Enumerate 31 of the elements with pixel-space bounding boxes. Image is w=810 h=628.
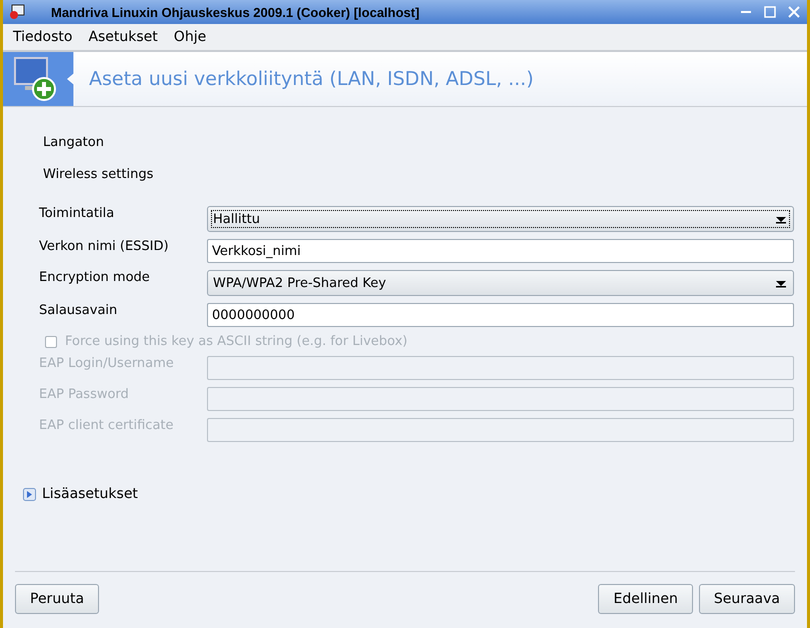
field-label: EAP Password — [39, 387, 130, 402]
field-label: EAP client certificate — [39, 418, 175, 433]
section-label: Wireless settings — [43, 167, 154, 182]
field-label: EAP Login/Username — [39, 356, 175, 371]
dropdown-arrow-icon — [775, 278, 787, 288]
dropdown[interactable]: WPA/WPA2 Pre-Shared Key — [207, 270, 794, 296]
cancel-button[interactable]: Peruuta — [15, 584, 100, 614]
window-title: Mandriva Linuxin Ohjauskeskus 2009.1 (Cooker) [localhost] — [50, 4, 420, 20]
header-title: Aseta uusi verkkoliityntä (LAN, ISDN, ADSL, ...) — [89, 68, 534, 90]
back-button[interactable]: Edellinen — [598, 584, 693, 614]
next-button[interactable]: Seuraava — [698, 584, 795, 614]
maximize-button[interactable] — [763, 5, 777, 19]
field-label: Encryption mode — [39, 270, 151, 285]
menu-item[interactable]: Ohje — [174, 29, 206, 45]
monitor-add-icon — [13, 56, 57, 102]
section-label: Langaton — [43, 135, 105, 150]
field-label: Salausavain — [39, 303, 118, 318]
dropdown[interactable]: Hallittu — [207, 206, 794, 232]
checkbox-label: Force using this key as ASCII string (e.g. for Livebox) — [65, 334, 408, 349]
field-label: Toimintatila — [39, 206, 116, 221]
close-icon — [787, 5, 801, 19]
app-icon — [9, 4, 25, 20]
input-field[interactable]: Verkkosi_nimi — [207, 239, 794, 263]
input-field[interactable]: 0000000000 — [207, 303, 794, 327]
dropdown-arrow-icon — [775, 214, 787, 224]
menu-item[interactable]: Asetukset — [88, 29, 158, 45]
close-button[interactable] — [787, 5, 801, 19]
expander[interactable]: Lisäasetukset — [23, 486, 794, 502]
menu-item[interactable]: Tiedosto — [13, 29, 72, 45]
field-label: Verkon nimi (ESSID) — [39, 239, 170, 254]
maximize-icon — [763, 5, 777, 19]
